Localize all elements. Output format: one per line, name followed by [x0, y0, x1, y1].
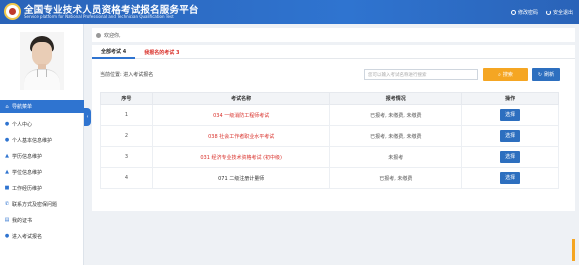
main-panel: 全部考试 4 我报名的考试 3 当前位置: 进入考试报名 您可以输入考试名称进行…	[92, 45, 575, 211]
sidebar-item-label: 工作经历维护	[12, 185, 43, 192]
welcome-text: 欢迎你,	[104, 32, 121, 39]
refresh-button[interactable]: ↻ 刷新	[532, 68, 560, 81]
exam-name: 034 一级消防工程师考试	[151, 104, 331, 126]
exam-status: 已报考, 未缴费	[329, 167, 463, 189]
exam-tabs: 全部考试 4 我报名的考试 3	[92, 45, 575, 59]
sidebar: ⌂ 导航菜单 ● 个人中心 ● 个人基本信息维护 ▲ 学历信息维护 ▲ 学位信息…	[0, 24, 84, 265]
col-header-action: 操作	[461, 92, 559, 105]
search-input[interactable]: 您可以输入考试名称进行搜索	[364, 69, 478, 80]
top-header: 全国专业技术人员资格考试报名服务平台 Service platform for …	[0, 0, 579, 24]
header-links: 修改密码 安全退出	[510, 9, 573, 16]
chevron-left-icon: ‹	[86, 114, 89, 120]
person-icon: ●	[4, 121, 10, 127]
exam-table: 序号 考试名称 报考情况 操作 1 034 一级消防工程师考试 已报考, 未缴费…	[100, 92, 559, 189]
select-button[interactable]: 选择	[500, 109, 521, 121]
exam-name: 031 经济专业技术资格考试 (初中级)	[151, 146, 331, 168]
gear-icon	[510, 10, 516, 15]
logout-link[interactable]: 安全退出	[545, 9, 573, 16]
sidebar-collapse-button[interactable]: ‹	[84, 108, 91, 126]
col-header-status: 报考情况	[329, 92, 463, 105]
sidebar-item-degree[interactable]: ▲ 学位信息维护	[0, 164, 84, 180]
row-no: 3	[100, 146, 153, 168]
exam-name: 071 二级注册计量师	[151, 167, 331, 189]
sidebar-item-label: 联系方式及密保问题	[12, 201, 58, 208]
briefcase-icon: ■	[4, 185, 10, 191]
sidebar-item-certificates[interactable]: ▤ 我的证书	[0, 212, 84, 228]
sidebar-item-label: 个人基本信息维护	[12, 137, 53, 144]
row-no: 2	[100, 125, 153, 147]
search-button[interactable]: ⌕ 搜索	[483, 68, 528, 81]
select-button[interactable]: 选择	[500, 130, 521, 142]
tab-my-exams[interactable]: 我报名的考试 3	[135, 45, 188, 59]
row-no: 1	[100, 104, 153, 126]
sidebar-item-personal-center[interactable]: ● 个人中心	[0, 116, 84, 132]
sidebar-item-education[interactable]: ▲ 学历信息维护	[0, 148, 84, 164]
exam-name: 038 社会工作者职业水平考试	[151, 125, 331, 147]
scrollbar-thumb[interactable]	[572, 239, 575, 261]
user-icon	[96, 32, 101, 38]
col-header-name: 考试名称	[151, 92, 331, 105]
select-button[interactable]: 选择	[500, 172, 521, 184]
row-no: 4	[100, 167, 153, 189]
table-row: 3 031 经济专业技术资格考试 (初中级) 未报考 选择	[100, 146, 559, 168]
sidebar-item-nav-menu[interactable]: ⌂ 导航菜单	[0, 100, 84, 113]
search-icon: ⌕	[498, 71, 501, 78]
app-subtitle: Service platform for National Profession…	[24, 14, 174, 19]
person-icon: ●	[4, 137, 10, 143]
sidebar-item-label: 我的证书	[12, 217, 33, 224]
refresh-icon: ↻	[537, 71, 543, 78]
table-row: 4 071 二级注册计量师 已报考, 未缴费 选择	[100, 167, 559, 189]
select-button[interactable]: 选择	[500, 151, 521, 163]
sidebar-item-work-history[interactable]: ■ 工作经历维护	[0, 180, 84, 196]
sidebar-menu: ⌂ 导航菜单 ● 个人中心 ● 个人基本信息维护 ▲ 学历信息维护 ▲ 学位信息…	[0, 100, 84, 244]
sidebar-item-label: 进入考试报名	[12, 233, 43, 240]
sidebar-item-label: 导航菜单	[12, 104, 33, 110]
table-row: 2 038 社会工作者职业水平考试 已报考, 未缴费, 未缴费 选择	[100, 125, 559, 147]
exam-status: 已报考, 未缴费, 未缴费	[329, 104, 463, 126]
home-icon: ⌂	[5, 103, 9, 110]
phone-icon: ✆	[4, 201, 10, 207]
welcome-bar: 欢迎你,	[92, 28, 575, 42]
power-icon	[545, 10, 551, 15]
sidebar-item-label: 个人中心	[12, 121, 33, 128]
sidebar-item-label: 学历信息维护	[12, 153, 43, 160]
breadcrumb: 当前位置: 进入考试报名	[100, 72, 154, 78]
exam-status: 已报考, 未缴费, 未缴费	[329, 125, 463, 147]
avatar	[20, 32, 64, 90]
sidebar-item-label: 学位信息维护	[12, 169, 43, 176]
tab-all-exams[interactable]: 全部考试 4	[92, 45, 136, 59]
sidebar-item-basic-info[interactable]: ● 个人基本信息维护	[0, 132, 84, 148]
exam-status: 未报考	[329, 146, 463, 168]
person-icon: ●	[4, 233, 10, 239]
col-header-no: 序号	[100, 92, 153, 105]
change-password-link[interactable]: 修改密码	[510, 9, 538, 16]
search-placeholder: 您可以输入考试名称进行搜索	[368, 72, 427, 78]
book-icon: ▤	[4, 217, 10, 223]
logo-emblem-icon	[4, 3, 21, 20]
sidebar-item-exam-registration[interactable]: ● 进入考试报名	[0, 228, 84, 244]
table-header-row: 序号 考试名称 报考情况 操作	[100, 92, 559, 105]
sidebar-item-contact[interactable]: ✆ 联系方式及密保问题	[0, 196, 84, 212]
graduation-cap-icon: ▲	[5, 169, 9, 175]
graduation-cap-icon: ▲	[5, 153, 9, 159]
table-row: 1 034 一级消防工程师考试 已报考, 未缴费, 未缴费 选择	[100, 104, 559, 126]
